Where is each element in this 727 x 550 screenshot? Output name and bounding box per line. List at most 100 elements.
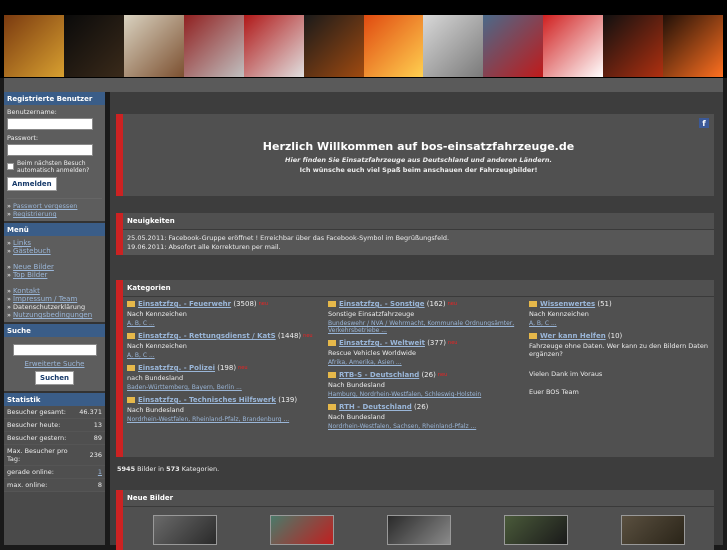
category-item: RTB-S - Deutschland (26) neu Nach Bundesl… xyxy=(328,371,482,398)
category-link[interactable]: Wissenwertes xyxy=(540,300,595,308)
menu-item-contact[interactable]: Kontakt xyxy=(13,287,40,295)
menu-item-guestbook[interactable]: Gästebuch xyxy=(13,247,51,255)
username-input[interactable] xyxy=(7,118,93,130)
login-button[interactable]: Anmelden xyxy=(7,177,57,191)
folder-icon xyxy=(127,365,135,371)
header-banner xyxy=(0,0,727,78)
search-button[interactable]: Suchen xyxy=(35,371,74,385)
search-box: Erweiterte Suche Suchen xyxy=(4,337,105,393)
subcategory-links[interactable]: Baden-Württemberg, Bayern, Berlin ... xyxy=(127,384,242,391)
folder-icon xyxy=(328,301,336,307)
password-label: Passwort: xyxy=(7,134,39,142)
new-pics-box: Neue Bilder xyxy=(116,490,714,550)
subcategory-links[interactable]: Hamburg, Nordrhein-Westfalen, Schleswig-… xyxy=(328,391,481,398)
menu-item-new-pics[interactable]: Neue Bilder xyxy=(13,263,54,271)
thumbnail[interactable] xyxy=(153,515,217,545)
subcategory-links[interactable]: Nordrhein-Westfalen, Rheinland-Pfalz, Br… xyxy=(127,416,289,423)
category-item: Wer kann Helfen (10) Fahrzeuge ohne Date… xyxy=(529,332,708,358)
folder-icon xyxy=(127,301,135,307)
category-item: RTH - Deutschland (26) Nach Bundesland N… xyxy=(328,403,477,430)
subcategory-links[interactable]: A, B, C ... xyxy=(127,352,155,359)
stat-row: Besucher heute: 13 xyxy=(4,419,105,432)
search-input[interactable] xyxy=(12,344,97,356)
news-item: 25.05.2011: Facebook-Gruppe eröffnet ! E… xyxy=(127,234,450,242)
menu-item-terms[interactable]: Nutzungsbedingungen xyxy=(13,311,92,319)
extended-search-link[interactable]: Erweiterte Suche xyxy=(25,360,85,368)
summary-text: 5945 Bilder in 573 Kategorien. xyxy=(117,465,220,473)
menu-header: Menü xyxy=(4,223,105,236)
thumbnail-row xyxy=(127,508,717,548)
folder-icon xyxy=(127,333,135,339)
category-column-2: Einsatzfzg. - Sonstige (162) neu Sonstige… xyxy=(328,300,523,435)
categories-header: Kategorien xyxy=(123,280,714,297)
remember-checkbox[interactable] xyxy=(7,163,14,170)
welcome-box: f Herzlich Willkommen auf bos-einsatzfah… xyxy=(116,114,714,196)
thanks-text: Vielen Dank im Voraus xyxy=(529,370,603,378)
main-content: f Herzlich Willkommen auf bos-einsatzfah… xyxy=(110,92,723,550)
subcategory-links[interactable]: Nordrhein-Westfalen, Sachsen, Rheinland-… xyxy=(328,423,476,430)
menu-item-top-pics[interactable]: Top Bilder xyxy=(13,271,47,279)
stat-row: Max. Besucher pro Tag: 236 xyxy=(4,445,105,466)
register-link[interactable]: Registrierung xyxy=(13,210,57,218)
login-form: Benutzername: Passwort: Beim nächsten Be… xyxy=(4,105,105,223)
username-label: Benutzername: xyxy=(7,108,57,116)
folder-icon xyxy=(328,340,336,346)
subcategory-links[interactable]: A, B, C ... xyxy=(529,320,557,327)
category-link[interactable]: Einsatzfzg. - Weltweit xyxy=(339,339,425,347)
folder-icon xyxy=(328,372,336,378)
stat-row: Besucher gestern: 89 xyxy=(4,432,105,445)
categories-box: Kategorien Einsatzfzg. - Feuerwehr (3508… xyxy=(116,280,714,457)
password-input[interactable] xyxy=(7,144,93,156)
category-link[interactable]: RTB-S - Deutschland xyxy=(339,371,419,379)
stat-row: gerade online: 1 xyxy=(4,466,105,479)
news-box: Neuigkeiten 25.05.2011: Facebook-Gruppe … xyxy=(116,213,714,255)
folder-icon xyxy=(328,404,336,410)
category-item: Einsatzfzg. - Rettungsdienst / KatS (144… xyxy=(127,332,313,359)
category-link[interactable]: Einsatzfzg. - Rettungsdienst / KatS xyxy=(138,332,276,340)
subcategory-links[interactable]: Bundeswehr / NVA / Wehrmacht, Kommunale … xyxy=(328,320,514,334)
category-column-3: Wissenwertes (51) Nach Kennzeichen A, B,… xyxy=(529,300,714,396)
category-item: Einsatzfzg. - Sonstige (162) neu Sonstige… xyxy=(328,300,515,334)
remember-row: Beim nächsten Besuch automatisch anmelde… xyxy=(7,160,102,174)
menu-item-links[interactable]: Links xyxy=(13,239,31,247)
folder-icon xyxy=(529,333,537,339)
category-item: Wissenwertes (51) Nach Kennzeichen A, B,… xyxy=(529,300,612,327)
category-link[interactable]: Einsatzfzg. - Feuerwehr xyxy=(138,300,231,308)
category-link[interactable]: Einsatzfzg. - Technisches Hilfswerk xyxy=(138,396,276,404)
folder-icon xyxy=(529,301,537,307)
thumbnail[interactable] xyxy=(621,515,685,545)
thumbnail[interactable] xyxy=(504,515,568,545)
search-header: Suche xyxy=(4,324,105,337)
stats-header: Statistik xyxy=(4,393,105,406)
news-item: 19.06.2011: Absofort alle Korrekturen pe… xyxy=(127,243,281,251)
online-count-link[interactable]: 1 xyxy=(98,468,102,476)
category-link[interactable]: Einsatzfzg. - Sonstige xyxy=(339,300,425,308)
subcategory-links[interactable]: Afrika, Amerika, Asien ... xyxy=(328,359,402,366)
sidebar: Registrierte Benutzer Benutzername: Pass… xyxy=(4,92,105,545)
top-bar xyxy=(4,78,723,92)
category-item: Einsatzfzg. - Technisches Hilfswerk (139… xyxy=(127,396,298,423)
team-text: Euer BOS Team xyxy=(529,388,579,396)
menu-list: » Links » Gästebuch » Neue Bilder » Top … xyxy=(4,236,105,324)
welcome-title: Herzlich Willkommen auf bos-einsatzfahrz… xyxy=(262,140,575,153)
forgot-password-link[interactable]: Passwort vergessen xyxy=(13,202,77,210)
thumbnail[interactable] xyxy=(270,515,334,545)
category-link[interactable]: Einsatzfzg. - Polizei xyxy=(138,364,215,372)
category-link[interactable]: Wer kann Helfen xyxy=(540,332,606,340)
menu-item-privacy: Datenschutzerklärung xyxy=(13,303,86,311)
stat-row: Besucher gesamt: 46.371 xyxy=(4,406,105,419)
stats-list: Besucher gesamt: 46.371 Besucher heute: 13… xyxy=(4,406,105,492)
new-pics-header: Neue Bilder xyxy=(123,490,714,507)
stat-row: max. online: 8 xyxy=(4,479,105,492)
facebook-icon[interactable]: f xyxy=(699,118,709,128)
category-item: Einsatzfzg. - Weltweit (377) neu Rescue V… xyxy=(328,339,458,366)
menu-item-imprint[interactable]: Impressum / Team xyxy=(13,295,77,303)
folder-icon xyxy=(127,397,135,403)
thumbnail[interactable] xyxy=(387,515,451,545)
welcome-subtitle: Hier finden Sie Einsatzfahrzeuge aus Deu… xyxy=(285,156,552,164)
subcategory-links[interactable]: A, B, C ... xyxy=(127,320,155,327)
welcome-subtitle-2: Ich wünsche euch viel Spaß beim anschaue… xyxy=(299,166,538,174)
remember-label: Beim nächsten Besuch automatisch anmelde… xyxy=(17,160,90,174)
category-link[interactable]: RTH - Deutschland xyxy=(339,403,412,411)
category-item: Einsatzfzg. - Feuerwehr (3508) neu Nach K… xyxy=(127,300,269,327)
